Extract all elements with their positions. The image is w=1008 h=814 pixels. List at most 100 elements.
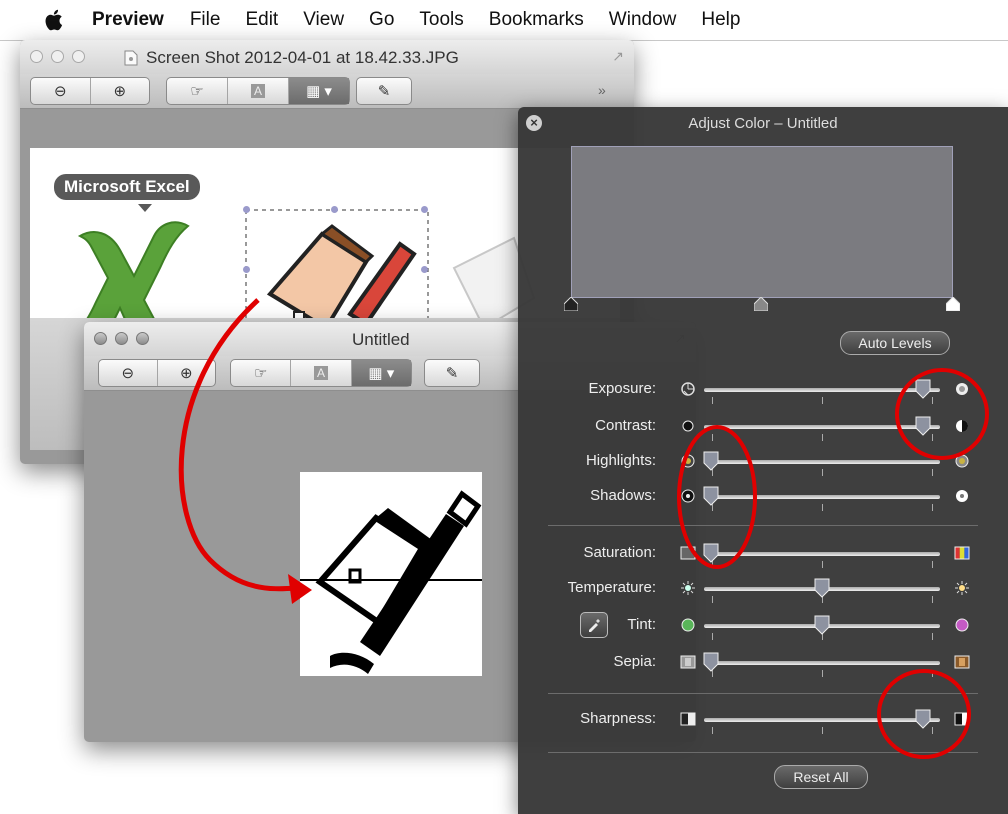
tint-slider-thumb[interactable] [814, 615, 830, 635]
menu-edit[interactable]: Edit [245, 9, 278, 31]
sharpness-high-icon [954, 712, 970, 726]
sepia-slider[interactable] [704, 661, 940, 665]
slider-tick [822, 727, 823, 734]
screenshot-window-titlebar[interactable]: Screen Shot 2012-04-01 at 18.42.33.JPG ↗ [20, 40, 634, 74]
selection-handle[interactable] [331, 206, 338, 213]
menu-help[interactable]: Help [701, 9, 740, 31]
tint-label: Tint: [627, 616, 656, 633]
slider-tick [822, 670, 823, 677]
zoom-in-icon[interactable]: ⊕ [91, 78, 150, 104]
menu-app-preview[interactable]: Preview [92, 9, 164, 31]
toolbar-overflow-icon[interactable]: » [598, 82, 606, 98]
minimize-button[interactable] [115, 332, 128, 345]
reset-all-button[interactable]: Reset All [774, 765, 868, 789]
window-controls [94, 332, 149, 345]
slider-tick [932, 727, 933, 734]
close-button[interactable] [30, 50, 43, 63]
exposure-row: Exposure: [518, 375, 1008, 405]
black-point-handle[interactable] [564, 297, 578, 311]
highlights-slider-thumb[interactable] [703, 451, 719, 471]
adjust-color-title: Adjust Color – Untitled [688, 115, 838, 132]
apple-menu-icon[interactable] [44, 8, 66, 32]
slider-tick [932, 397, 933, 404]
hand-tool-icon[interactable]: ☞ [231, 360, 292, 386]
highlights-ticks [712, 469, 933, 477]
zoom-in-icon[interactable]: ⊕ [158, 360, 216, 386]
menu-tools[interactable]: Tools [419, 9, 463, 31]
selection-handle[interactable] [243, 206, 250, 213]
menu-file[interactable]: File [190, 9, 221, 31]
warm-sun-icon [955, 581, 969, 595]
selection-tool-icon[interactable]: ▦ ▾ [351, 360, 411, 386]
sepia-high-icon [954, 655, 970, 669]
fullscreen-icon[interactable]: ↗ [612, 48, 624, 65]
minimize-button[interactable] [51, 50, 64, 63]
zoom-out-icon[interactable]: ⊖ [31, 78, 91, 104]
zoom-button[interactable] [72, 50, 85, 63]
sepia-row: Sepia: [518, 648, 1008, 678]
menu-bar: Preview File Edit View Go Tools Bookmark… [0, 0, 1008, 40]
selection-handle[interactable] [421, 266, 428, 273]
sharpness-slider-thumb[interactable] [915, 709, 931, 729]
saturation-slider[interactable] [704, 552, 940, 556]
slider-tick [932, 596, 933, 603]
close-button[interactable] [94, 332, 107, 345]
highlights-row: Highlights: [518, 447, 1008, 477]
menu-go[interactable]: Go [369, 9, 394, 31]
slider-tick [822, 469, 823, 476]
eyedropper-button[interactable] [580, 612, 608, 638]
white-point-handle[interactable] [946, 297, 960, 311]
menu-bookmarks[interactable]: Bookmarks [489, 9, 584, 31]
sepia-ticks [712, 670, 933, 678]
hand-tool-icon[interactable]: ☞ [167, 78, 228, 104]
highlights-slider[interactable] [704, 460, 940, 464]
sharpness-slider[interactable] [704, 718, 940, 722]
slider-tick [822, 561, 823, 568]
histogram [571, 146, 953, 298]
exposure-ticks [712, 397, 933, 405]
saturation-high-icon [954, 546, 970, 560]
saturation-slider-thumb[interactable] [703, 543, 719, 563]
panel-divider [548, 693, 978, 694]
menu-view[interactable]: View [303, 9, 344, 31]
saturation-row: Saturation: [518, 539, 1008, 569]
sepia-slider-thumb[interactable] [703, 652, 719, 672]
tool-button-group: ☞ A ▦ ▾ [166, 77, 350, 105]
text-tool-icon[interactable]: A [228, 78, 289, 104]
app-tooltip: Microsoft Excel [54, 174, 200, 200]
cropped-image [300, 472, 482, 676]
cool-sun-icon [681, 581, 695, 595]
saturation-ticks [712, 561, 933, 569]
zoom-button-group: ⊖ ⊕ [98, 359, 216, 387]
annotate-button[interactable]: ✎ [424, 359, 480, 387]
magenta-tint-icon [955, 618, 969, 632]
shadows-slider-thumb[interactable] [703, 486, 719, 506]
tint-row: Tint: [518, 611, 1008, 641]
slider-tick [822, 434, 823, 441]
text-tool-icon[interactable]: A [291, 360, 352, 386]
menu-window[interactable]: Window [609, 9, 677, 31]
zoom-out-icon[interactable]: ⊖ [99, 360, 158, 386]
highlights-label: Highlights: [585, 452, 656, 469]
selection-handle[interactable] [421, 206, 428, 213]
slider-tick [822, 397, 823, 404]
document-icon [124, 50, 138, 66]
exposure-slider-thumb[interactable] [915, 379, 931, 399]
shadows-slider[interactable] [704, 495, 940, 499]
selection-tool-icon[interactable]: ▦ ▾ [289, 78, 349, 104]
green-tint-icon [681, 618, 695, 632]
contrast-ticks [712, 434, 933, 442]
zoom-button[interactable] [136, 332, 149, 345]
selection-handle[interactable] [243, 266, 250, 273]
sepia-low-icon [680, 655, 696, 669]
exposure-slider[interactable] [704, 388, 940, 392]
midtone-handle[interactable] [754, 297, 768, 311]
contrast-slider[interactable] [704, 425, 940, 429]
window-controls [30, 50, 85, 63]
annotate-button[interactable]: ✎ [356, 77, 412, 105]
temperature-slider-thumb[interactable] [814, 578, 830, 598]
auto-levels-button[interactable]: Auto Levels [840, 331, 950, 355]
temperature-row: Temperature: [518, 574, 1008, 604]
contrast-slider-thumb[interactable] [915, 416, 931, 436]
eyedropper-icon [589, 619, 600, 632]
